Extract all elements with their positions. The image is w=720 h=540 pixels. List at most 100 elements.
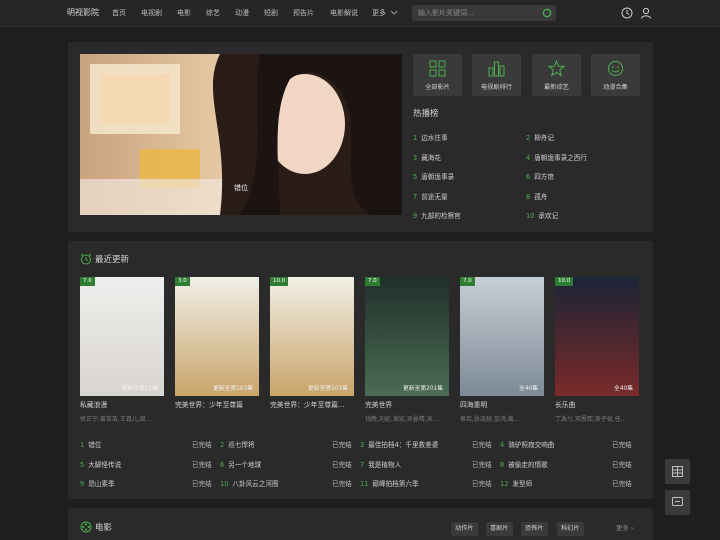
history-clock-icon[interactable] [621, 7, 633, 19]
hot-item-title: 承欢记 [538, 212, 559, 220]
search-input[interactable] [418, 5, 538, 21]
search-box [412, 5, 556, 21]
hot-item[interactable]: 6 四方馆 [526, 171, 554, 181]
poster-title[interactable]: 长乐曲 [555, 399, 641, 409]
featured-banner[interactable]: 错位 [80, 54, 402, 215]
hot-item[interactable]: 5 唐朝诡事录 [413, 171, 454, 181]
quick-all-movies[interactable]: 全部影片 [413, 54, 462, 96]
quick-label: 全部影片 [425, 84, 450, 91]
quick-anime-collection[interactable]: 动漫合集 [591, 54, 640, 96]
hot-rank: 5 [413, 173, 418, 181]
nav-trailer[interactable]: 预告片 [293, 8, 314, 18]
episode-status: 更新至第101集 [307, 386, 348, 392]
feedback-float-button[interactable] [665, 490, 690, 515]
list-item-title: 错位 [88, 441, 102, 449]
list-status: 已完结 [332, 461, 352, 469]
hot-item[interactable]: 3 藏海花 [413, 152, 441, 162]
banner-caption: 错位 [234, 184, 248, 192]
list-item[interactable]: 7 我是植物人 [360, 459, 401, 469]
quick-tv-ranking[interactable]: 电视剧排行 [472, 54, 521, 96]
list-item[interactable]: 9 昂山素季 [80, 478, 115, 488]
list-status: 已完结 [612, 480, 632, 488]
poster-title[interactable]: 完美世界：少年至尊篇 [175, 399, 261, 409]
hot-list-title: 热播榜 [413, 109, 439, 119]
hot-rank: 1 [413, 134, 418, 142]
list-status: 已完结 [192, 461, 212, 469]
hot-item-title: 藏海花 [421, 154, 441, 162]
list-rank: 10 [220, 480, 229, 488]
hot-item[interactable]: 10 承欢记 [526, 210, 558, 220]
hot-item[interactable]: 8 孤舟 [526, 191, 547, 201]
quick-latest-variety[interactable]: 最新综艺 [532, 54, 581, 96]
score-badge: 10.0 [270, 277, 289, 286]
chevron-down-icon[interactable] [389, 7, 399, 17]
hot-item-title: 唐朝诡事录 [421, 173, 455, 181]
list-item[interactable]: 10 八卦风云之河图 [220, 478, 279, 488]
user-icon[interactable] [640, 7, 652, 19]
nav-movie[interactable]: 电影 [177, 8, 191, 18]
list-item-title: 八卦风云之河图 [232, 480, 279, 488]
history-float-button[interactable] [665, 459, 690, 484]
nav-tv[interactable]: 电视剧 [141, 8, 162, 18]
hot-item-title: 唐朝诡事录之西行 [534, 154, 587, 162]
poster-title[interactable]: 完美世界 [365, 399, 451, 409]
hot-item[interactable]: 7 前途无量 [413, 191, 448, 201]
more-link-label: 更多 [616, 524, 629, 532]
episode-status: 全40集 [519, 386, 538, 392]
genre-tag-scifi[interactable]: 科幻片 [557, 522, 584, 536]
message-icon [672, 497, 683, 506]
poster-card[interactable]: 7.0 全40集 [460, 277, 544, 396]
poster-card[interactable]: 7.0 更新至第201集 [365, 277, 449, 396]
hot-rank: 7 [413, 193, 418, 201]
list-item[interactable]: 2 巡七悍将 [220, 439, 255, 449]
nav-shorts[interactable]: 短剧 [264, 8, 278, 18]
bar-chart-icon [488, 61, 505, 77]
list-status: 已完结 [612, 441, 632, 449]
list-rank: 4 [500, 441, 505, 449]
hot-item[interactable]: 9 九部的检察官 [413, 210, 461, 220]
genre-tag-comedy[interactable]: 喜剧片 [486, 522, 513, 536]
search-icon[interactable] [542, 8, 552, 18]
chevron-right-icon: › [630, 524, 634, 532]
hot-rank: 2 [526, 134, 531, 142]
list-item-title: 我是植物人 [368, 461, 402, 469]
hot-item[interactable]: 1 边水往事 [413, 132, 448, 142]
score-badge: 7.0 [80, 277, 95, 286]
nav-anime[interactable]: 动漫 [235, 8, 249, 18]
list-item-title: 发型师 [512, 480, 533, 488]
list-status: 已完结 [332, 480, 352, 488]
site-logo[interactable]: 明视影院 [67, 7, 99, 18]
list-item[interactable]: 3 最佳拍档4：千里救差婆 [360, 439, 438, 449]
poster-card[interactable]: 10.0 更新至第101集 [270, 277, 354, 396]
poster-card[interactable]: 7.0 更新至第11集 [80, 277, 164, 396]
hot-item[interactable]: 2 柳舟记 [526, 132, 554, 142]
poster-title[interactable]: 完美世界：少年至尊篇... [270, 399, 356, 409]
nav-more[interactable]: 更多 [372, 8, 386, 18]
score-badge: 3.0 [175, 277, 190, 286]
nav-commentary[interactable]: 电影解说 [330, 8, 358, 18]
list-item[interactable]: 1 错位 [80, 439, 101, 449]
poster-card[interactable]: 10.0 全40集 [555, 277, 639, 396]
episode-status: 更新至第201集 [402, 386, 443, 392]
star-icon [548, 60, 565, 77]
poster-card[interactable]: 3.0 更新至第103集 [175, 277, 259, 396]
list-item[interactable]: 12 发型师 [500, 478, 532, 488]
score-badge: 10.0 [555, 277, 574, 286]
episode-status: 更新至第103集 [212, 386, 253, 392]
nav-home[interactable]: 首页 [112, 8, 126, 18]
list-rank: 8 [500, 461, 505, 469]
list-item[interactable]: 5 大脚怪传说 [80, 459, 121, 469]
genre-tag-horror[interactable]: 恐怖片 [521, 522, 548, 536]
nav-variety[interactable]: 综艺 [206, 8, 220, 18]
poster-title[interactable]: 四海重明 [460, 399, 546, 409]
list-rank: 3 [360, 441, 365, 449]
list-item[interactable]: 11 巅峰拍档第六季 [360, 478, 419, 488]
hot-item[interactable]: 4 唐朝诡事录之西行 [526, 152, 587, 162]
genre-tag-action[interactable]: 动作片 [451, 522, 478, 536]
list-item[interactable]: 8 被偷走的情歌 [500, 459, 548, 469]
list-status: 已完结 [192, 441, 212, 449]
list-item[interactable]: 6 另一个地球 [220, 459, 261, 469]
poster-title[interactable]: 私藏浪漫 [80, 399, 166, 409]
more-link[interactable]: 更多 › [616, 523, 633, 532]
list-item[interactable]: 4 骑驴照寂交响曲 [500, 439, 554, 449]
